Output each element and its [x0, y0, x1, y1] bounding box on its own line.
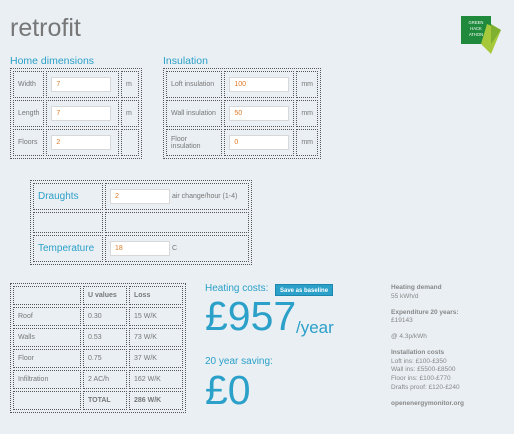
floor-label: Floor [13, 349, 81, 368]
temperature-label: Temperature [33, 235, 103, 262]
temperature-input[interactable]: 18 [110, 241, 170, 256]
app-title: retrofit [10, 14, 81, 42]
expenditure-title: Expenditure 20 years: [391, 308, 459, 316]
walls-label: Walls [13, 328, 81, 347]
logo-line-1: GREEN [469, 20, 484, 25]
table-row: Floor 0.75 37 W/K [13, 349, 183, 368]
draughts-input[interactable]: 2 [110, 189, 170, 204]
length-unit: m [121, 100, 139, 127]
footer-link[interactable]: openenergymonitor.org [391, 400, 506, 409]
total-row: TOTAL 286 W/K [13, 391, 183, 410]
wall-label: Wall insulation [166, 100, 223, 127]
heating-cost-amount: £957 [205, 293, 297, 339]
infiltration-loss: 162 W/K [129, 370, 183, 389]
install-loft: Loft ins: £100-£350 [391, 357, 447, 365]
loft-row: Loft insulation 100 mm [166, 71, 318, 98]
demand-title: Heating demand [391, 284, 442, 291]
floors-unit [121, 129, 139, 156]
draughts-row: Draughts 2 air change/hour (1-4) [33, 183, 249, 210]
uvalues-header-u: U values [83, 286, 127, 305]
width-input[interactable]: 7 [51, 77, 112, 92]
temperature-unit: C [171, 245, 178, 252]
total-label: TOTAL [83, 391, 127, 410]
loft-input[interactable]: 100 [229, 77, 290, 92]
loft-label: Loft insulation [166, 71, 223, 98]
wall-row: Wall insulation 50 mm [166, 100, 318, 127]
length-label: Length [13, 100, 45, 127]
width-label: Width [13, 71, 45, 98]
install-title: Installation costs [391, 348, 445, 356]
demand-value: 55 kWh/d [391, 292, 419, 300]
per-year-label: /year [296, 318, 334, 337]
floor-ins-label: Floor insulation [166, 129, 223, 156]
logo-line-3: ATHON [469, 32, 483, 37]
walls-u: 0.53 [83, 328, 127, 347]
rate-text: @ 4.3p/kWh [391, 333, 427, 341]
greenhackathon-logo: GREEN HACK ATHON [461, 16, 501, 54]
home-dimensions-table: Width 7 m Length 7 m Floors 2 [10, 68, 142, 159]
draughts-unit: air change/hour (1-4) [171, 193, 238, 200]
table-row: Roof 0.30 15 W/K [13, 307, 183, 326]
table-row: Walls 0.53 73 W/K [13, 328, 183, 347]
draughts-label: Draughts [33, 183, 103, 210]
floors-label: Floors [13, 129, 45, 156]
table-row: Infiltration 2 AC/h 162 W/K [13, 370, 183, 389]
summary-panel: Heating demand 55 kWh/d Expenditure 20 y… [391, 284, 506, 408]
loft-unit: mm [296, 71, 318, 98]
saving-amount: £0 [205, 367, 251, 413]
draughts-table: Draughts 2 air change/hour (1-4) Tempera… [30, 180, 252, 265]
wall-unit: mm [296, 100, 318, 127]
length-input[interactable]: 7 [51, 106, 112, 121]
walls-loss: 73 W/K [129, 328, 183, 347]
roof-label: Roof [13, 307, 81, 326]
insulation-title: Insulation [163, 55, 208, 67]
uvalues-header-blank [13, 286, 81, 305]
uvalues-header-loss: Loss [129, 286, 183, 305]
total-value: 286 W/K [129, 391, 183, 410]
uvalues-header-row: U values Loss [13, 286, 183, 305]
floor-ins-unit: mm [296, 129, 318, 156]
floor-ins-input[interactable]: 0 [229, 135, 290, 150]
floors-input[interactable]: 2 [51, 135, 112, 150]
floors-row: Floors 2 [13, 129, 139, 156]
temperature-row: Temperature 18 C [33, 235, 249, 262]
floor-ins-row: Floor insulation 0 mm [166, 129, 318, 156]
install-wall: Wall ins: £5500-£8500 [391, 366, 456, 374]
saving-label: 20 year saving: [205, 356, 273, 367]
floor-u: 0.75 [83, 349, 127, 368]
length-row: Length 7 m [13, 100, 139, 127]
infiltration-u: 2 AC/h [83, 370, 127, 389]
expenditure-value: £19143 [391, 317, 413, 325]
width-unit: m [121, 71, 139, 98]
infiltration-label: Infiltration [13, 370, 81, 389]
spacer-row [33, 212, 249, 233]
floor-loss: 37 W/K [129, 349, 183, 368]
install-drafts: Drafts proof: £120-£240 [391, 383, 460, 391]
install-floor: Floor ins: £100-£770 [391, 375, 451, 383]
width-row: Width 7 m [13, 71, 139, 98]
roof-loss: 15 W/K [129, 307, 183, 326]
wall-input[interactable]: 50 [229, 106, 290, 121]
uvalues-table: U values Loss Roof 0.30 15 W/K Walls 0.5… [10, 283, 186, 413]
home-dimensions-title: Home dimensions [10, 55, 95, 67]
insulation-table: Loft insulation 100 mm Wall insulation 5… [163, 68, 321, 159]
logo-line-2: HACK [470, 26, 482, 31]
roof-u: 0.30 [83, 307, 127, 326]
